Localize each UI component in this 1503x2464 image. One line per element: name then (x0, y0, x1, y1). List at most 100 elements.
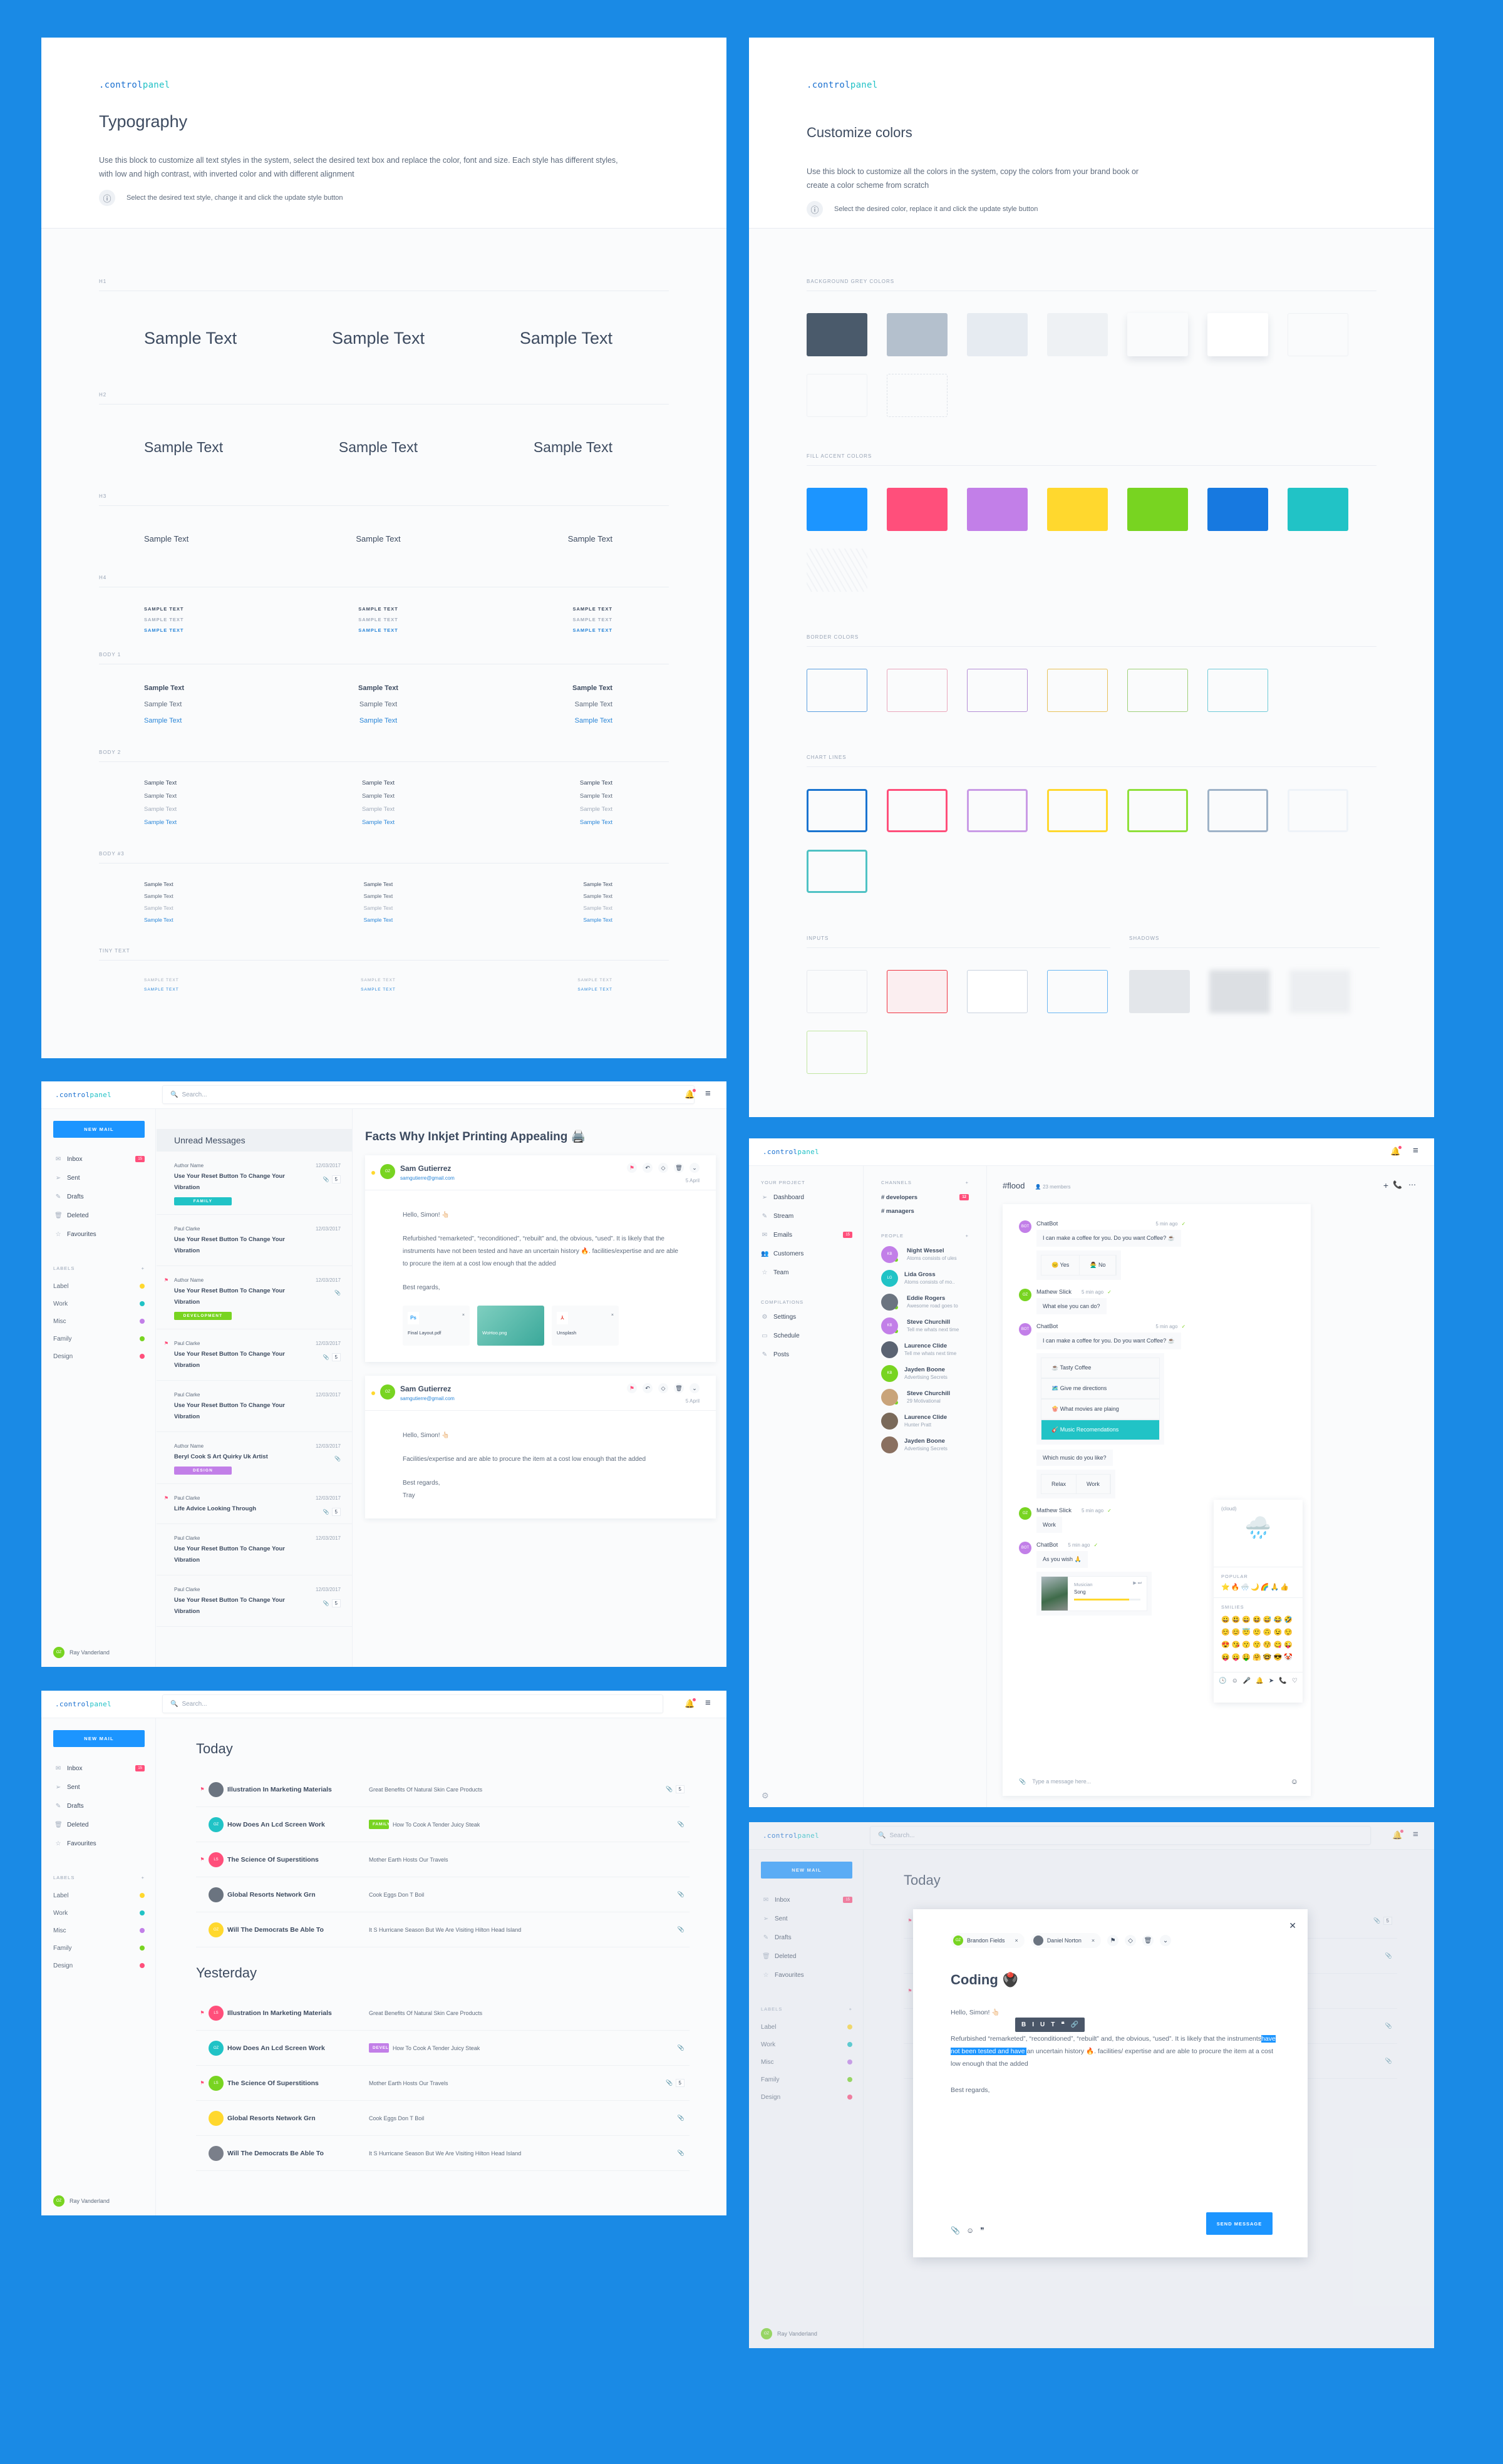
nav-item-posts[interactable]: ✎ Posts (761, 1345, 852, 1364)
sample-text[interactable]: SAMPLE TEXT (144, 627, 300, 633)
message-item[interactable]: Author Name 12/03/2017 Beryl Cook S Art Qu… (157, 1432, 352, 1484)
background-swatch[interactable] (807, 313, 867, 356)
sample-text[interactable]: Sample Text (144, 806, 300, 813)
recipient-chip[interactable]: OZ Brandon Fields × (951, 1933, 1025, 1948)
sample-text[interactable]: Sample Text (144, 701, 300, 708)
sample-text[interactable]: Sample Text (300, 717, 456, 724)
logo[interactable]: .controlpanel (763, 1148, 819, 1156)
channel-item[interactable]: # managers (881, 1204, 969, 1218)
search-input[interactable]: 🔍 Search... (162, 1085, 695, 1104)
mail-row[interactable]: ⚑LSThe Science Of Superstitions Mother Ea… (196, 1842, 690, 1877)
tag-badge[interactable]: DEVELOPM.. (369, 2043, 389, 2053)
nav-item-drafts[interactable]: ✎ Drafts (54, 1187, 145, 1206)
sender-email[interactable]: samgutierre@gmail.com (400, 1396, 455, 1401)
mail-row[interactable]: Will The Democrats Be Able To It S Hurric… (196, 2136, 690, 2171)
label-item[interactable]: Family (53, 1939, 145, 1957)
emoji-button[interactable]: ☺ (1291, 1777, 1298, 1786)
attachment[interactable]: × ⅄ Unsplash (552, 1306, 619, 1346)
nav-item-inbox[interactable]: ✉ Inbox 15 (54, 1150, 145, 1168)
sample-text[interactable]: Sample Text (457, 439, 612, 456)
bot-menu-item[interactable]: 🗺️ Give me directions (1041, 1378, 1160, 1399)
popular-emojis[interactable]: ⭐🔥🌨️🌙🌈🙏👍 (1221, 1583, 1295, 1591)
more-icon[interactable]: ⋯ (1408, 1180, 1416, 1189)
sample-text[interactable]: Sample Text (300, 684, 456, 692)
sample-text[interactable]: SAMPLE TEXT (144, 606, 300, 612)
add-channel-button[interactable]: + (966, 1180, 969, 1185)
label-item[interactable]: Work (53, 1904, 145, 1922)
sample-text[interactable]: SAMPLE TEXT (300, 987, 456, 992)
add-label-button[interactable]: + (142, 1875, 145, 1880)
sample-text[interactable]: Sample Text (300, 881, 456, 887)
menu-icon[interactable]: ≡ (705, 1698, 711, 1708)
sample-text[interactable]: Sample Text (457, 793, 612, 800)
chevron-down-icon[interactable]: ⌄ (690, 1163, 700, 1173)
message-item[interactable]: Author Name 12/03/2017 Use Your Reset Butt… (157, 1152, 352, 1215)
background-swatch[interactable] (807, 374, 867, 417)
trash-icon[interactable]: 🗑 (674, 1383, 684, 1393)
smiley-icon[interactable]: ☺ (1232, 1678, 1238, 1684)
flag-icon[interactable]: ⚑ (1107, 1935, 1119, 1946)
flag-icon[interactable]: ⚑ (196, 2080, 209, 2086)
flag-icon[interactable]: ⚑ (164, 1341, 168, 1346)
sample-text[interactable]: Sample Text (457, 684, 612, 692)
mail-row[interactable]: Global Resorts Network Grn Cook Eggs Don … (196, 2101, 690, 2136)
accent-swatch[interactable] (1047, 488, 1108, 531)
sample-text[interactable]: Sample Text (457, 329, 612, 348)
sample-text[interactable]: Sample Text (144, 329, 300, 348)
flag-icon[interactable]: ⚑ (196, 1857, 209, 1862)
phone-icon[interactable]: 📞 (1279, 1678, 1286, 1684)
sample-text[interactable]: Sample Text (457, 819, 612, 826)
tag-badge[interactable]: DEVELOPMENT (174, 1312, 232, 1320)
nav-item-dashboard[interactable]: ➢ Dashboard (761, 1188, 852, 1207)
inputs-swatch[interactable] (887, 970, 948, 1013)
tag-icon[interactable]: ◇ (658, 1383, 668, 1393)
person-item[interactable]: KB Night Wessel Atoms consists of ules (881, 1242, 969, 1266)
play-controls[interactable]: ▶ ⏭ (1133, 1580, 1142, 1586)
attach-icon[interactable]: 📎 (951, 2226, 960, 2235)
label-item[interactable]: Label (53, 1277, 145, 1295)
label-item[interactable]: Work (53, 1295, 145, 1312)
sample-text[interactable]: SAMPLE TEXT (144, 987, 300, 992)
mail-row[interactable]: OZHow Does An Lcd Screen Work DEVELOPM.. H… (196, 2031, 690, 2066)
chart-swatch[interactable] (807, 850, 867, 893)
bot-menu-item[interactable]: 🍿 What movies are plaing (1041, 1399, 1160, 1420)
label-item[interactable]: Design (53, 1957, 145, 1974)
sample-text[interactable]: SAMPLE TEXT (457, 606, 612, 612)
nav-item-sent[interactable]: ➢ Sent (54, 1168, 145, 1187)
quote-button[interactable]: ❝ (1061, 2021, 1064, 2028)
label-item[interactable]: Misc (53, 1922, 145, 1939)
nav-item-deleted[interactable]: 🗑 Deleted (54, 1206, 145, 1225)
new-mail-button[interactable]: NEW MAIL (53, 1730, 145, 1747)
gear-icon[interactable]: ⚙ (762, 1791, 769, 1801)
remove-attachment-icon[interactable]: × (462, 1309, 465, 1322)
sample-text[interactable]: Sample Text (457, 881, 612, 887)
background-swatch[interactable] (1288, 313, 1348, 356)
send-icon[interactable]: ➤ (1269, 1678, 1274, 1684)
background-swatch[interactable] (1127, 313, 1188, 356)
person-item[interactable]: Steve Churchill 29 Motivational (881, 1385, 969, 1409)
tag-badge[interactable]: DESIGN (174, 1467, 232, 1475)
sample-text[interactable]: SAMPLE TEXT (457, 987, 612, 992)
channel-item[interactable]: # developers 12 (881, 1190, 969, 1204)
chevron-down-icon[interactable]: ⌄ (690, 1383, 700, 1393)
tag-badge[interactable]: FAMILY (369, 1820, 389, 1829)
inputs-swatch[interactable] (807, 1031, 867, 1074)
underline-button[interactable]: U (1040, 2021, 1045, 2028)
accent-swatch[interactable] (1207, 488, 1268, 531)
bell-icon[interactable]: 🔔 (1390, 1146, 1402, 1157)
background-swatch[interactable] (967, 313, 1028, 356)
remove-recipient-icon[interactable]: × (1015, 1937, 1018, 1944)
sample-text[interactable]: Sample Text (300, 793, 456, 800)
sample-text[interactable]: Sample Text (144, 439, 300, 456)
sample-text[interactable]: Sample Text (457, 917, 612, 923)
search-input[interactable]: 🔍 Search... (162, 1694, 663, 1713)
accent-swatch[interactable] (1288, 488, 1348, 531)
smiley-icon[interactable]: ☺ (966, 2226, 974, 2235)
sample-text[interactable]: SAMPLE TEXT (300, 617, 456, 622)
chart-swatch[interactable] (887, 789, 948, 832)
chart-swatch[interactable] (807, 789, 867, 832)
nav-item-inbox[interactable]: ✉ Inbox 15 (54, 1759, 145, 1778)
bell-icon[interactable]: 🔔 (684, 1698, 696, 1709)
shadow-swatch[interactable] (1129, 970, 1190, 1013)
mic-icon[interactable]: 🎤 (1243, 1678, 1251, 1684)
